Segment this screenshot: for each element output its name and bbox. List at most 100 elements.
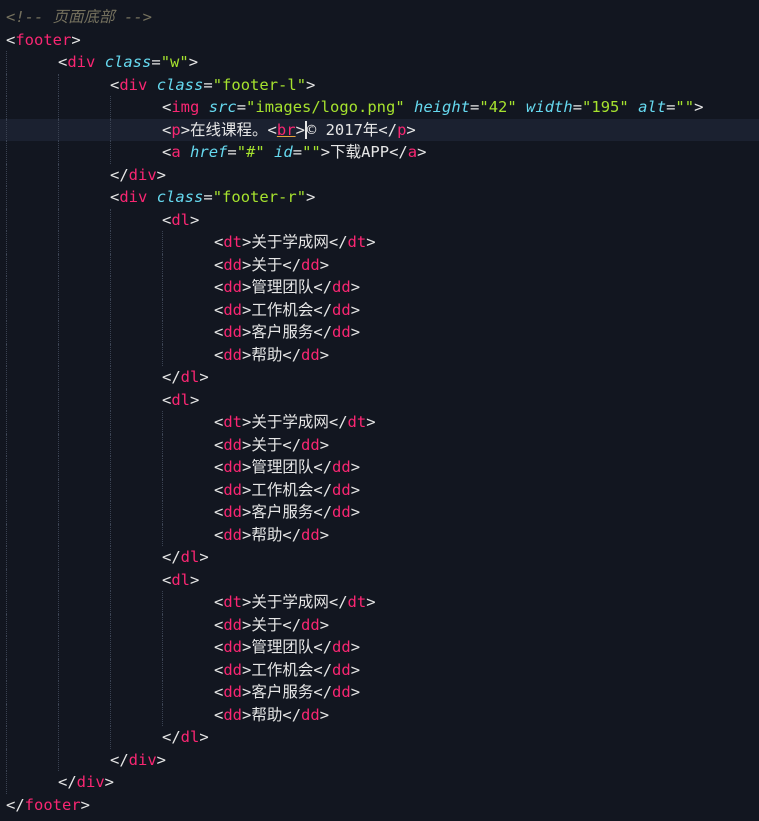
code-line[interactable]: <dt>关于学成网</dt> bbox=[0, 591, 759, 614]
code-tag-name: dt bbox=[347, 413, 367, 431]
code-line[interactable]: <dd>帮助</dd> bbox=[0, 343, 759, 366]
code-line[interactable]: <dd>关于</dd> bbox=[0, 253, 759, 276]
code-tag-name: dd bbox=[223, 300, 243, 319]
code-tag-name: dd bbox=[223, 435, 243, 454]
code-line[interactable]: </dl> bbox=[0, 366, 759, 389]
code-tag-name: dd bbox=[332, 683, 351, 701]
code-line[interactable]: <dd>管理团队</dd> bbox=[0, 276, 759, 299]
code-line[interactable]: </div> bbox=[0, 163, 759, 186]
code-line[interactable]: <dd>工作机会</dd> bbox=[0, 658, 759, 681]
code-punctuation: < bbox=[214, 638, 224, 656]
indent-guide bbox=[110, 231, 111, 254]
indent-guide bbox=[58, 636, 59, 659]
code-line[interactable]: <dt>关于学成网</dt> bbox=[0, 411, 759, 434]
code-punctuation: > bbox=[350, 638, 361, 656]
indent-guide bbox=[6, 73, 7, 96]
code-punctuation: > bbox=[242, 638, 252, 656]
indent-guide bbox=[6, 771, 7, 794]
code-string: "42" bbox=[479, 98, 517, 116]
indent-guide bbox=[6, 501, 7, 524]
code-tag-name: footer bbox=[15, 30, 72, 49]
code-line[interactable]: <a href="#" id="">下载APP</a> bbox=[0, 141, 759, 164]
code-punctuation: = bbox=[227, 143, 237, 161]
code-line[interactable]: <dd>工作机会</dd> bbox=[0, 298, 759, 321]
code-line[interactable]: <footer> bbox=[0, 29, 759, 52]
code-line[interactable]: <dl> bbox=[0, 568, 759, 591]
code-line[interactable]: </dl> bbox=[0, 726, 759, 749]
code-line[interactable]: <dd>帮助</dd> bbox=[0, 703, 759, 726]
indent-guide bbox=[6, 456, 7, 479]
code-tag-name: dd bbox=[301, 705, 320, 724]
indent-guide bbox=[6, 703, 7, 726]
code-line[interactable]: <dd>帮助</dd> bbox=[0, 523, 759, 546]
code-punctuation: > bbox=[242, 435, 252, 454]
indent-guide bbox=[6, 658, 7, 681]
code-punctuation: > bbox=[199, 368, 209, 386]
code-punctuation: > bbox=[366, 233, 376, 251]
code-line[interactable]: </div> bbox=[0, 748, 759, 771]
code-line[interactable]: <dd>关于</dd> bbox=[0, 613, 759, 636]
indent-guide bbox=[58, 118, 59, 141]
code-line[interactable]: <dt>关于学成网</dt> bbox=[0, 231, 759, 254]
code-line[interactable]: <dd>关于</dd> bbox=[0, 433, 759, 456]
code-editor[interactable]: <!-- 页面底部 --> <footer> <div class="w"> <div… bbox=[0, 0, 759, 821]
code-text: 客户服务 bbox=[251, 323, 314, 341]
code-punctuation: < bbox=[162, 120, 172, 139]
indent-guide bbox=[6, 568, 7, 591]
indent-guide bbox=[110, 478, 111, 501]
code-line[interactable]: <div class="footer-l"> bbox=[0, 73, 759, 96]
code-punctuation: < bbox=[162, 98, 172, 116]
indent-guide bbox=[110, 343, 111, 366]
code-line[interactable]: </div> bbox=[0, 771, 759, 794]
code-text: 管理团队 bbox=[251, 458, 314, 476]
code-line[interactable]: <dd>客户服务</dd> bbox=[0, 501, 759, 524]
code-line[interactable]: <div class="w"> bbox=[0, 51, 759, 74]
code-line[interactable]: <dl> bbox=[0, 388, 759, 411]
code-line[interactable]: <img src="images/logo.png" height="42" w… bbox=[0, 96, 759, 119]
code-punctuation: = bbox=[572, 98, 583, 116]
code-line[interactable]: <dd>管理团队</dd> bbox=[0, 456, 759, 479]
code-punctuation: = bbox=[151, 53, 161, 71]
code-punctuation: </ bbox=[313, 458, 333, 476]
code-punctuation: > bbox=[242, 323, 252, 341]
code-punctuation: > bbox=[295, 120, 305, 139]
code-comment: <!-- 页面底部 --> bbox=[6, 8, 152, 26]
indent-guide bbox=[6, 298, 7, 321]
code-tag-name: dd bbox=[301, 345, 320, 364]
code-punctuation: < bbox=[162, 210, 172, 229]
code-punctuation: </ bbox=[110, 165, 129, 184]
indent-guide bbox=[162, 231, 163, 254]
code-punctuation: </ bbox=[162, 728, 181, 746]
code-line[interactable]: <dl> bbox=[0, 208, 759, 231]
code-tag-name: dt bbox=[223, 593, 243, 611]
code-punctuation: < bbox=[110, 75, 120, 94]
code-punctuation: > bbox=[242, 458, 252, 476]
code-line[interactable]: <!-- 页面底部 --> bbox=[0, 6, 759, 29]
code-punctuation: > bbox=[306, 188, 316, 206]
code-attribute: href bbox=[190, 143, 228, 161]
code-tag-name: dd bbox=[223, 683, 243, 701]
indent-guide bbox=[58, 568, 59, 591]
indent-guide bbox=[6, 523, 7, 546]
code-line[interactable]: </footer> bbox=[0, 794, 759, 817]
code-line[interactable]: <dd>客户服务</dd> bbox=[0, 681, 759, 704]
code-tag-name: div bbox=[119, 188, 148, 206]
code-line[interactable]: <dd>工作机会</dd> bbox=[0, 478, 759, 501]
indent-guide bbox=[58, 366, 59, 389]
indent-guide bbox=[58, 681, 59, 704]
indent-guide bbox=[58, 546, 59, 569]
code-text: 客户服务 bbox=[251, 503, 314, 521]
code-line[interactable]: <dd>管理团队</dd> bbox=[0, 636, 759, 659]
code-string: "" bbox=[302, 143, 321, 161]
code-punctuation: < bbox=[162, 390, 172, 409]
code-punctuation: > bbox=[156, 750, 167, 769]
code-line[interactable]: </dl> bbox=[0, 546, 759, 569]
code-line[interactable]: <p>在线课程。<br> © 2017年</p> bbox=[0, 118, 759, 141]
code-line[interactable]: <dd>客户服务</dd> bbox=[0, 321, 759, 344]
code-punctuation: < bbox=[214, 458, 224, 476]
code-punctuation: </ bbox=[313, 503, 333, 521]
code-line[interactable]: <div class="footer-r"> bbox=[0, 186, 759, 209]
indent-guide bbox=[162, 613, 163, 636]
